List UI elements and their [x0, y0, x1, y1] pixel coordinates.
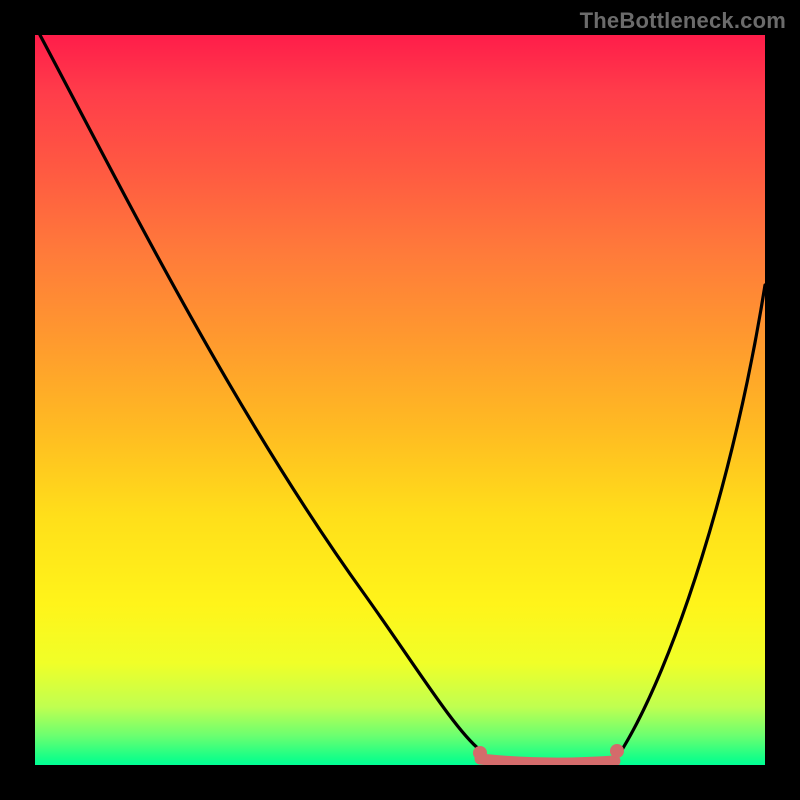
curve-layer [35, 35, 765, 765]
watermark-text: TheBottleneck.com [580, 8, 786, 34]
chart-frame: TheBottleneck.com [0, 0, 800, 800]
flat-segment [480, 759, 615, 763]
bottleneck-curve [40, 35, 765, 763]
plot-area [35, 35, 765, 765]
flat-end-dot [610, 744, 624, 758]
